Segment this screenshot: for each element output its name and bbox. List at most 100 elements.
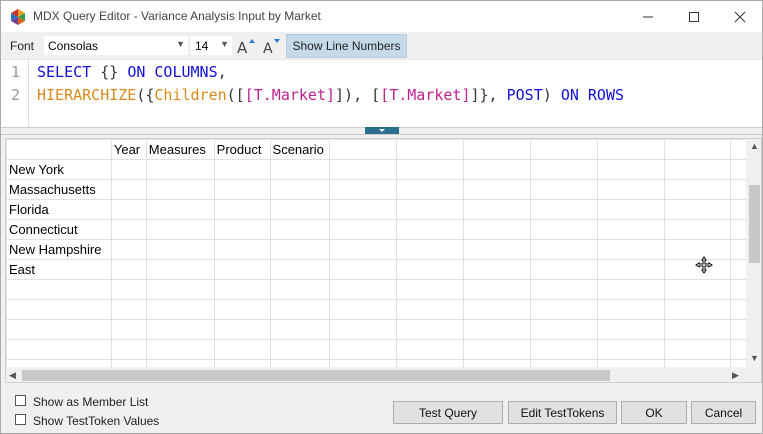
decrease-font-button[interactable]: A [260, 36, 282, 56]
grid-cell[interactable] [329, 299, 398, 320]
grid-cell[interactable] [663, 199, 732, 220]
grid-cell[interactable] [269, 259, 331, 280]
grid-cell[interactable] [529, 179, 598, 200]
scroll-left-icon[interactable]: ◀ [9, 370, 16, 381]
grid-cell[interactable] [463, 339, 531, 360]
grid-cell[interactable] [145, 219, 215, 240]
grid-cell[interactable] [145, 319, 215, 340]
cancel-button[interactable]: Cancel [691, 401, 756, 424]
font-size-select[interactable]: 14 ▼ [190, 35, 233, 56]
grid-cell[interactable] [596, 279, 665, 300]
grid-cell[interactable] [269, 219, 331, 240]
edit-test-tokens-button[interactable]: Edit TestTokens [508, 401, 617, 424]
grid-cell[interactable] [110, 279, 147, 300]
grid-cell[interactable] [213, 219, 271, 240]
horizontal-scroll-thumb[interactable] [22, 370, 610, 381]
grid-cell[interactable] [145, 159, 215, 180]
grid-cell[interactable] [463, 159, 531, 180]
grid-cell[interactable] [6, 319, 112, 340]
grid-cell[interactable] [329, 319, 398, 340]
grid-cell[interactable] [529, 259, 598, 280]
grid-cell[interactable] [269, 339, 331, 360]
grid-cell[interactable] [145, 239, 215, 260]
grid-cell[interactable] [663, 139, 732, 160]
grid-cell[interactable] [663, 339, 732, 360]
show-line-numbers-toggle[interactable]: Show Line Numbers [286, 34, 407, 58]
ok-button[interactable]: OK [621, 401, 687, 424]
pane-splitter[interactable] [1, 127, 762, 135]
grid-cell[interactable] [145, 199, 215, 220]
grid-cell[interactable] [596, 219, 665, 240]
scroll-right-icon[interactable]: ▶ [732, 370, 739, 381]
splitter-handle[interactable] [365, 127, 399, 134]
grid-cell[interactable] [529, 299, 598, 320]
grid-cell[interactable] [596, 299, 665, 320]
grid-cell[interactable] [213, 339, 271, 360]
grid-cell[interactable] [596, 199, 665, 220]
grid-cell[interactable] [269, 159, 331, 180]
grid-cell[interactable] [529, 339, 598, 360]
grid-cell[interactable] [329, 179, 398, 200]
results-grid[interactable]: Year Measures Product Scenario New York Massa… [5, 138, 762, 383]
grid-cell[interactable] [529, 239, 598, 260]
grid-cell[interactable] [663, 319, 732, 340]
grid-cell[interactable] [396, 159, 465, 180]
grid-cell[interactable] [396, 319, 465, 340]
grid-cell[interactable]: Scenario [269, 139, 331, 160]
grid-cell[interactable] [110, 199, 147, 220]
grid-cell[interactable]: Product [213, 139, 271, 160]
grid-cell[interactable] [213, 299, 271, 320]
grid-cell[interactable] [6, 279, 112, 300]
grid-cell[interactable]: East [6, 259, 112, 280]
grid-cell[interactable] [213, 279, 271, 300]
grid-cell[interactable] [463, 299, 531, 320]
show-token-values-checkbox[interactable] [15, 414, 26, 425]
grid-cell[interactable] [213, 259, 271, 280]
grid-cell[interactable] [145, 179, 215, 200]
grid-cell[interactable] [663, 279, 732, 300]
grid-cell[interactable] [663, 219, 732, 240]
grid-cell[interactable] [269, 279, 331, 300]
vertical-scrollbar[interactable]: ▲ ▼ [746, 139, 761, 367]
grid-cell[interactable] [329, 279, 398, 300]
grid-cell[interactable] [529, 159, 598, 180]
grid-cell[interactable] [213, 239, 271, 260]
grid-cell[interactable] [329, 339, 398, 360]
test-query-button[interactable]: Test Query [393, 401, 503, 424]
grid-cell[interactable] [463, 179, 531, 200]
grid-cell[interactable] [110, 299, 147, 320]
grid-cell[interactable]: Connecticut [6, 219, 112, 240]
grid-cell[interactable] [269, 239, 331, 260]
close-button[interactable] [717, 1, 763, 32]
maximize-button[interactable] [671, 1, 717, 32]
grid-cell[interactable] [529, 139, 598, 160]
grid-cell[interactable] [663, 299, 732, 320]
grid-cell[interactable] [463, 219, 531, 240]
grid-cell[interactable] [596, 319, 665, 340]
minimize-button[interactable] [625, 1, 671, 32]
grid-cell[interactable] [329, 199, 398, 220]
grid-cell[interactable]: New Hampshire [6, 239, 112, 260]
grid-cell[interactable] [269, 299, 331, 320]
scroll-down-icon[interactable]: ▼ [750, 353, 759, 363]
grid-cell[interactable] [269, 199, 331, 220]
grid-cell[interactable] [329, 139, 398, 160]
grid-cell[interactable] [463, 239, 531, 260]
grid-cell[interactable] [213, 319, 271, 340]
grid-cell[interactable] [396, 179, 465, 200]
grid-cell[interactable] [596, 239, 665, 260]
mdx-code-editor[interactable]: 1 2 SELECT {} ON COLUMNS, HIERARCHIZE({C… [1, 59, 762, 128]
show-member-list-checkbox[interactable] [15, 395, 26, 406]
grid-cell[interactable] [213, 179, 271, 200]
grid-cell[interactable] [463, 259, 531, 280]
grid-cell[interactable] [396, 299, 465, 320]
grid-cell[interactable] [213, 159, 271, 180]
grid-cell[interactable] [110, 339, 147, 360]
grid-cell[interactable]: Year [110, 139, 147, 160]
grid-cell[interactable] [269, 319, 331, 340]
grid-cell[interactable] [596, 139, 665, 160]
grid-cell[interactable] [145, 259, 215, 280]
grid-cell[interactable]: Measures [145, 139, 215, 160]
grid-cell[interactable] [6, 339, 112, 360]
increase-font-button[interactable]: A [235, 36, 257, 56]
